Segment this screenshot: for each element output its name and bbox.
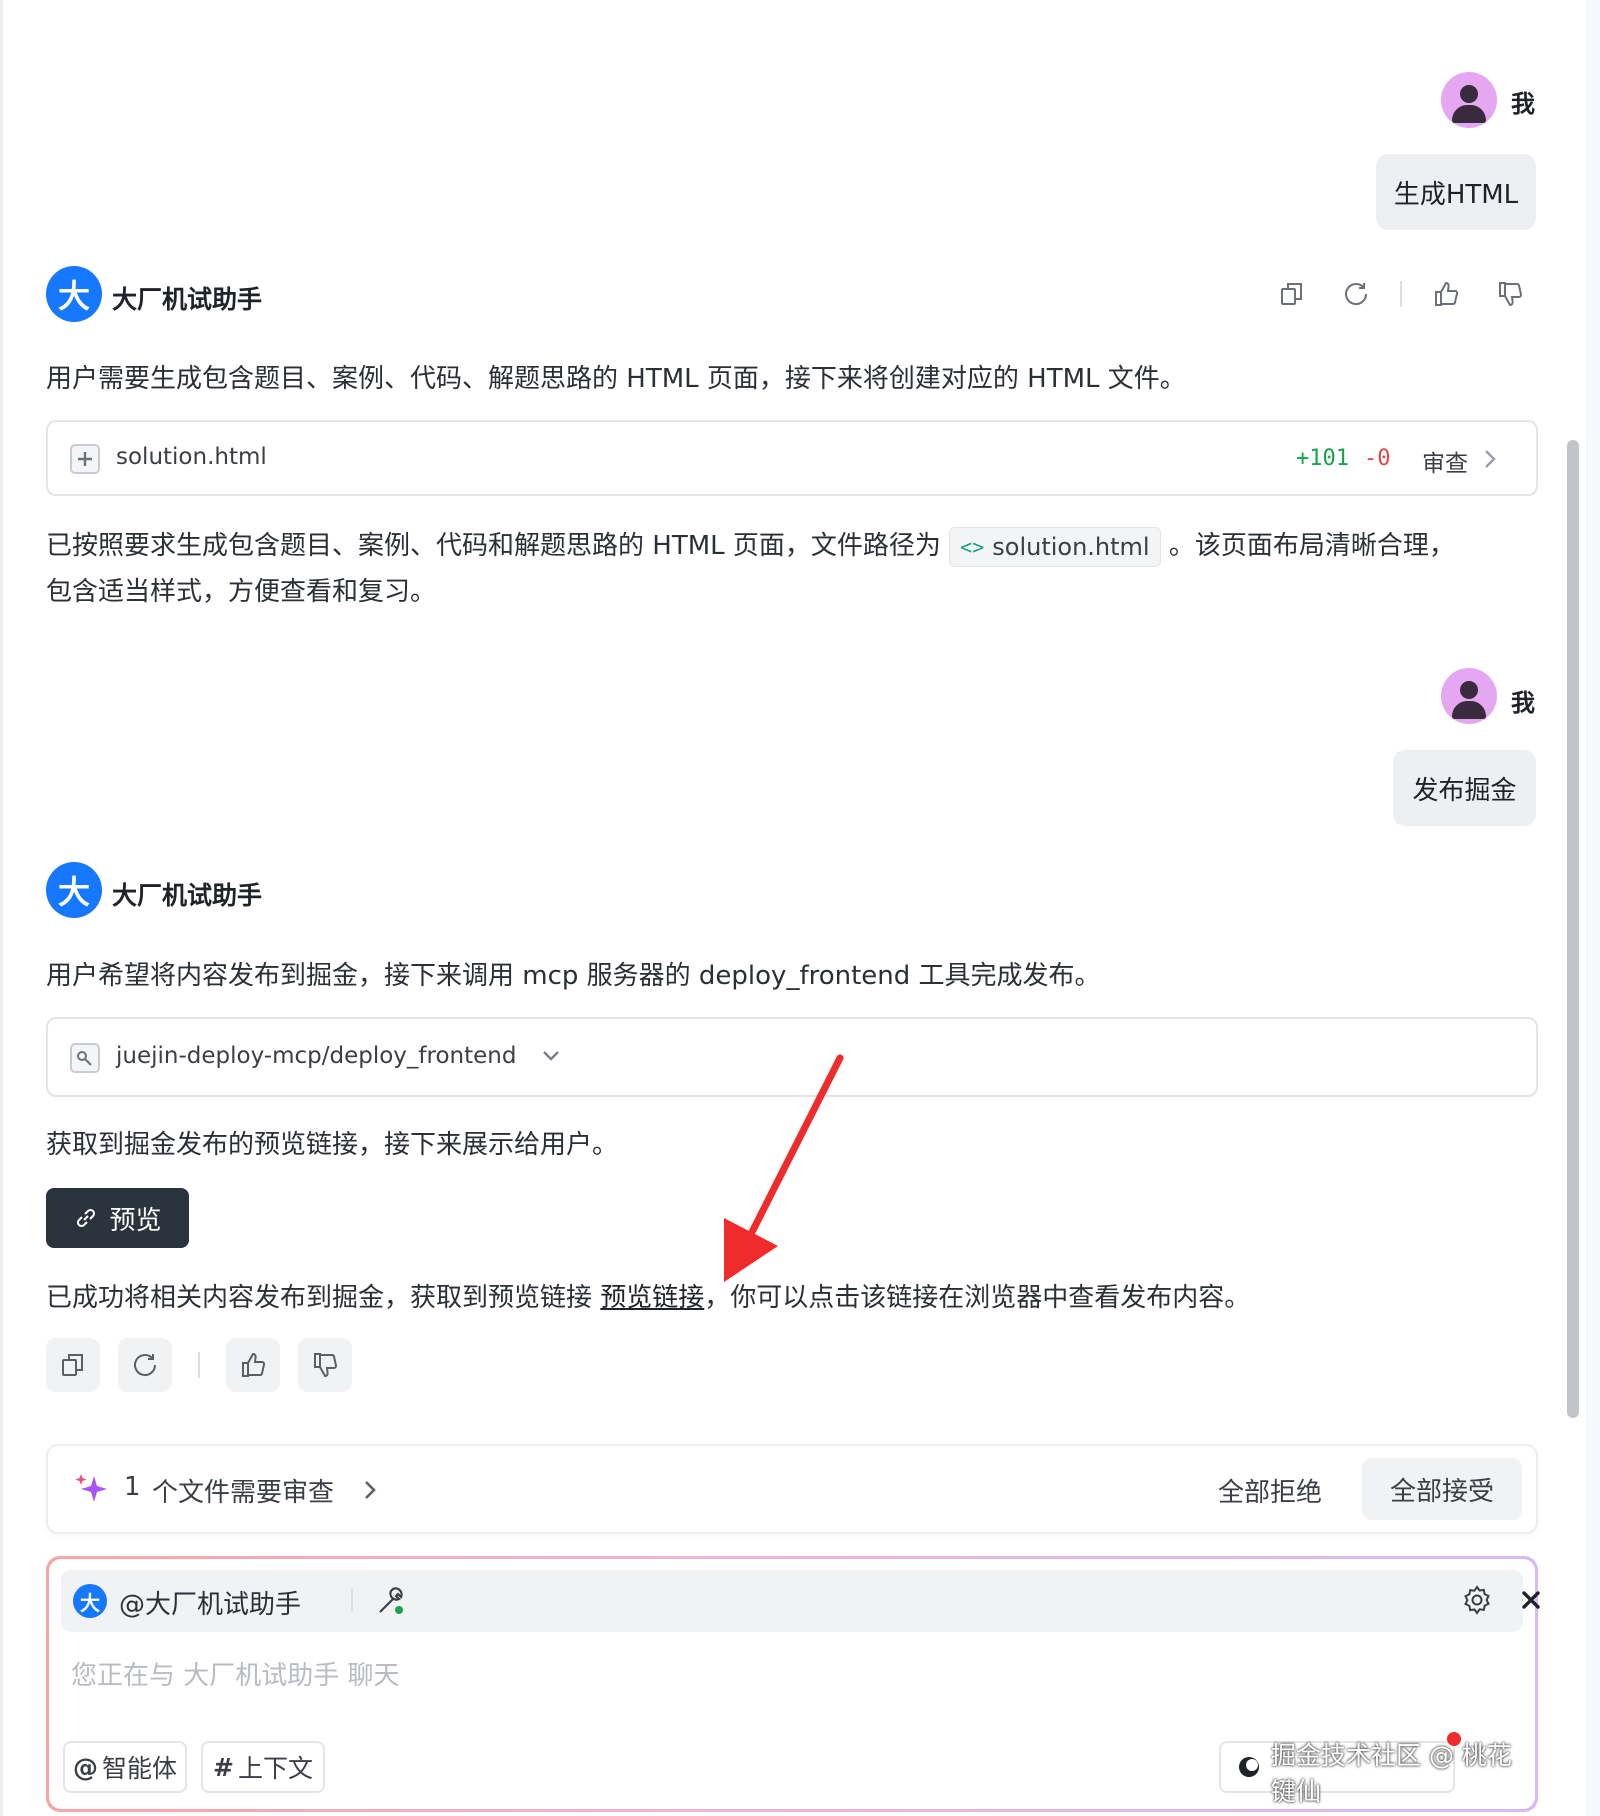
file-path-code[interactable]: <> solution.html bbox=[949, 526, 1161, 567]
bot-name: 大厂机试助手 bbox=[112, 285, 263, 314]
at-icon: @ bbox=[72, 1752, 98, 1782]
agent-mention[interactable]: @大厂机试助手 bbox=[119, 1584, 301, 1621]
bot-intro-text: 用户需要生成包含题目、案例、代码、解题思路的 HTML 页面，接下来将创建对应的… bbox=[46, 364, 1186, 394]
file-add-icon bbox=[70, 444, 100, 474]
message-input[interactable]: 您正在与 大厂机试助手 聊天 bbox=[71, 1655, 400, 1692]
bot-avatar: 大 bbox=[46, 266, 102, 322]
agent-chip[interactable]: @ 智能体 bbox=[63, 1741, 187, 1793]
copy-icon[interactable] bbox=[46, 1338, 100, 1392]
tool-name: juejin-deploy-mcp/deploy_frontend bbox=[116, 1043, 517, 1069]
close-icon[interactable] bbox=[1517, 1586, 1545, 1618]
user-name: 我 bbox=[1511, 689, 1535, 717]
file-change-card[interactable]: solution.html +101 -0 审查 bbox=[46, 420, 1538, 496]
review-count: 1 bbox=[124, 1472, 141, 1502]
chevron-down-icon[interactable] bbox=[540, 1047, 562, 1069]
settings-gear-icon[interactable] bbox=[1461, 1584, 1493, 1620]
bot-avatar: 大 bbox=[46, 862, 102, 918]
user-avatar bbox=[1441, 668, 1497, 724]
final-text-before: 已成功将相关内容发布到掘金，获取到预览链接 bbox=[46, 1283, 593, 1313]
chat-composer: 大 @大厂机试助手 您正在与 大厂机试助手 聊天 @ 智能体 # 上下文 掘金技… bbox=[46, 1556, 1540, 1812]
thumbs-down-icon[interactable] bbox=[298, 1338, 352, 1392]
preview-button[interactable]: 预览 bbox=[46, 1188, 189, 1248]
watermark: 掘金技术社区 @ 桃花键仙 bbox=[1271, 1741, 1512, 1806]
agent-avatar: 大 bbox=[73, 1584, 107, 1618]
review-summary[interactable]: 个文件需要审查 bbox=[152, 1472, 334, 1509]
divider bbox=[351, 1589, 353, 1611]
result-text-after: 。该页面布局清晰合理， bbox=[1168, 531, 1455, 561]
regenerate-icon[interactable] bbox=[1336, 274, 1376, 314]
user-message-bubble: 发布掘金 bbox=[1393, 750, 1536, 826]
reject-all-button[interactable]: 全部拒绝 bbox=[1218, 1472, 1322, 1509]
link-icon bbox=[77, 1208, 96, 1228]
divider bbox=[1400, 281, 1402, 307]
preview-label: 预览 bbox=[109, 1205, 162, 1236]
diff-removed-count: -0 bbox=[1364, 446, 1391, 471]
hash-icon: # bbox=[213, 1752, 234, 1782]
bot-intro-text: 用户希望将内容发布到掘金，接下来调用 mcp 服务器的 deploy_front… bbox=[46, 961, 1101, 991]
model-icon bbox=[1235, 1753, 1263, 1785]
bot-result-text-line2: 包含适当样式，方便查看和复习。 bbox=[46, 577, 437, 607]
result-text-before: 已按照要求生成包含题目、案例、代码和解题思路的 HTML 页面，文件路径为 bbox=[46, 531, 941, 561]
agent-chip-label: 智能体 bbox=[101, 1754, 177, 1783]
tool-icon bbox=[70, 1043, 100, 1073]
review-link[interactable]: 审查 bbox=[1422, 444, 1468, 478]
accept-all-button[interactable]: 全部接受 bbox=[1362, 1458, 1522, 1520]
sparkle-icon bbox=[72, 1470, 112, 1514]
thumbs-up-icon[interactable] bbox=[1426, 274, 1466, 314]
left-edge bbox=[0, 0, 3, 1816]
bot-result-text: 已按照要求生成包含题目、案例、代码和解题思路的 HTML 页面，文件路径为 <>… bbox=[46, 523, 1546, 569]
annotation-arrow bbox=[724, 1054, 844, 1282]
diff-added-count: +101 bbox=[1296, 446, 1349, 471]
thumbs-up-icon[interactable] bbox=[226, 1338, 280, 1392]
divider bbox=[198, 1352, 200, 1378]
file-review-bar: 1 个文件需要审查 全部拒绝 全部接受 bbox=[46, 1444, 1538, 1534]
context-chip-label: 上下文 bbox=[237, 1754, 313, 1783]
file-path-text: solution.html bbox=[992, 532, 1150, 561]
user-avatar bbox=[1441, 72, 1497, 128]
agent-selector-bar: 大 @大厂机试助手 bbox=[61, 1570, 1540, 1632]
scrollbar-thumb[interactable] bbox=[1567, 440, 1579, 1418]
user-name: 我 bbox=[1511, 90, 1535, 118]
copy-icon[interactable] bbox=[1272, 274, 1312, 314]
preview-link[interactable]: 预览链接 bbox=[600, 1283, 704, 1313]
file-name: solution.html bbox=[116, 444, 267, 470]
right-strip bbox=[1586, 0, 1600, 1816]
code-icon: <> bbox=[960, 534, 985, 559]
chevron-right-icon[interactable] bbox=[362, 1476, 378, 1508]
tools-icon[interactable] bbox=[375, 1585, 407, 1621]
thumbs-down-icon[interactable] bbox=[1490, 274, 1530, 314]
user-message-bubble: 生成HTML bbox=[1376, 154, 1536, 230]
context-chip[interactable]: # 上下文 bbox=[201, 1741, 325, 1793]
chevron-right-icon bbox=[1482, 446, 1498, 476]
regenerate-icon[interactable] bbox=[118, 1338, 172, 1392]
bot-name: 大厂机试助手 bbox=[112, 881, 263, 910]
